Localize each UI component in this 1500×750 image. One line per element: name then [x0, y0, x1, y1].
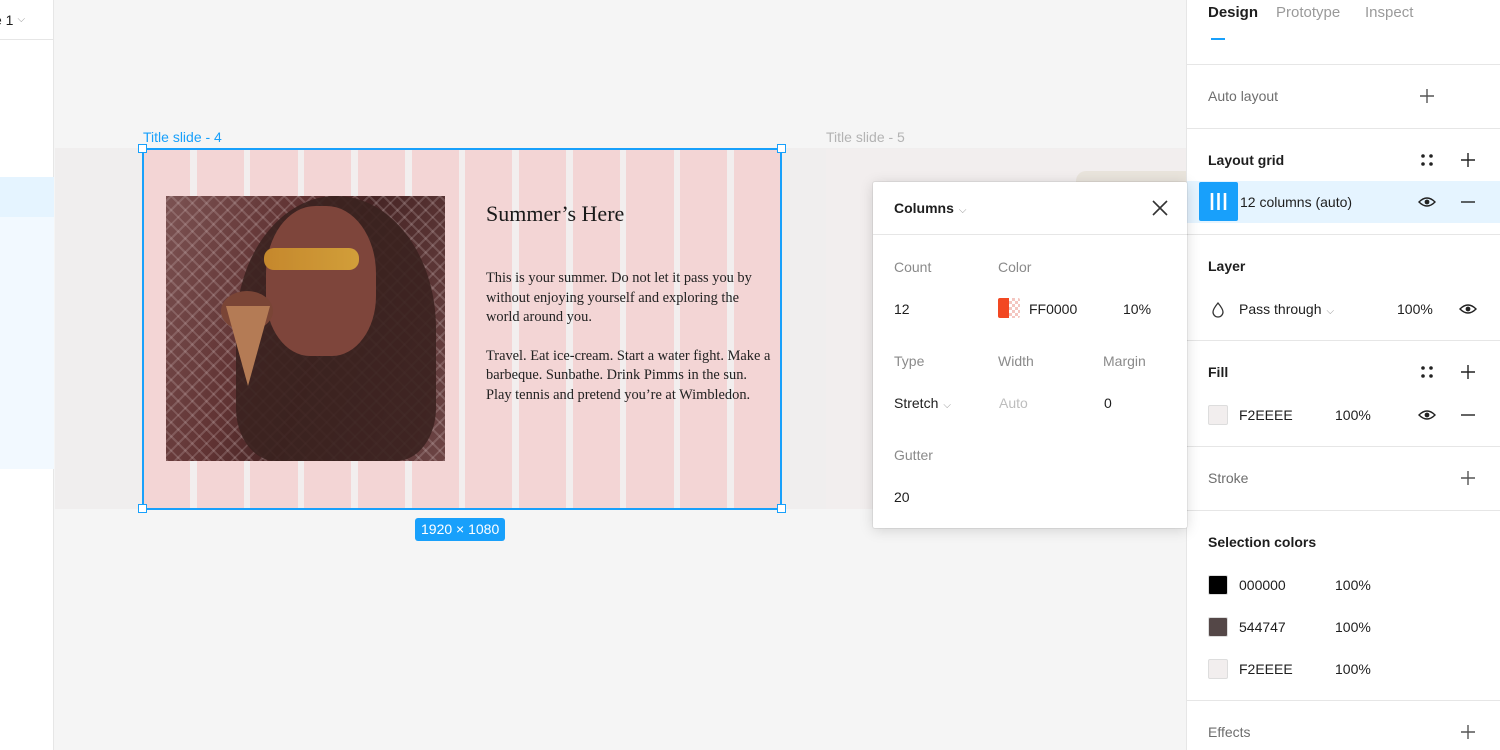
- chevron-down-icon: ⌵: [943, 400, 951, 411]
- tab-active-indicator: [1211, 38, 1225, 40]
- fill-opacity-input[interactable]: 100%: [1335, 407, 1371, 423]
- photo-grid-tint: [166, 196, 445, 461]
- grid-settings-popover: Columns ⌵ Count Color 12 FF0000 10% Type …: [873, 182, 1187, 528]
- eye-icon[interactable]: [1459, 300, 1477, 318]
- frame-size-badge: 1920 × 1080: [415, 518, 506, 541]
- layer-opacity-input[interactable]: 100%: [1397, 301, 1433, 317]
- slide-title[interactable]: Summer’s Here: [486, 201, 624, 227]
- stroke-title: Stroke: [1208, 470, 1249, 486]
- plus-icon[interactable]: [1459, 469, 1477, 487]
- chevron-down-icon: ⌵: [1326, 306, 1335, 317]
- selection-color-hex-3[interactable]: F2EEEE: [1239, 661, 1293, 677]
- tab-prototype[interactable]: Prototype: [1276, 4, 1340, 21]
- resize-handle-bottom-right[interactable]: [777, 504, 786, 513]
- selection-color-hex-1[interactable]: 000000: [1239, 577, 1286, 593]
- grid-color-swatch[interactable]: [998, 298, 1020, 318]
- layers-panel: e 1 ⌵: [0, 0, 54, 750]
- type-dropdown[interactable]: Stretch ⌵: [894, 395, 951, 411]
- grid-type-label: Columns: [894, 200, 954, 216]
- selection-color-opacity-2[interactable]: 100%: [1335, 619, 1371, 635]
- color-label: Color: [998, 259, 1032, 275]
- layer-row-selected[interactable]: [0, 177, 54, 217]
- blend-mode-icon: [1212, 301, 1224, 318]
- plus-icon[interactable]: [1459, 151, 1477, 169]
- popover-header: Columns ⌵: [873, 182, 1187, 235]
- gutter-input[interactable]: 20: [894, 489, 910, 505]
- effects-title: Effects: [1208, 724, 1251, 740]
- frame-label-active[interactable]: Title slide - 4: [143, 129, 222, 145]
- selection-color-hex-2[interactable]: 544747: [1239, 619, 1286, 635]
- fill-hex-input[interactable]: F2EEEE: [1239, 407, 1293, 423]
- plus-icon[interactable]: [1459, 723, 1477, 741]
- gutter-label: Gutter: [894, 447, 933, 463]
- selection-color-opacity-1[interactable]: 100%: [1335, 577, 1371, 593]
- selection-colors-title: Selection colors: [1208, 534, 1317, 550]
- layer-children-highlight: [0, 217, 54, 469]
- grid-type-dropdown[interactable]: Columns ⌵: [894, 200, 966, 216]
- margin-input[interactable]: 0: [1104, 395, 1112, 411]
- selection-color-opacity-3[interactable]: 100%: [1335, 661, 1371, 677]
- grid-color-opacity-input[interactable]: 10%: [1123, 301, 1151, 317]
- grid-settings-button[interactable]: [1199, 182, 1238, 221]
- plus-icon[interactable]: [1459, 363, 1477, 381]
- count-label: Count: [894, 259, 932, 275]
- selection-color-swatch-3[interactable]: [1208, 659, 1228, 679]
- layer-title: Layer: [1208, 258, 1246, 274]
- selection-colors-section: Selection colors 000000 100% 544747 100%…: [1187, 510, 1500, 700]
- frame-label-inactive[interactable]: Title slide - 5: [826, 129, 905, 145]
- fill-styles-icon[interactable]: [1418, 363, 1436, 381]
- stroke-section: Stroke: [1187, 446, 1500, 510]
- layer-section: Layer Pass through ⌵ 100%: [1187, 234, 1500, 340]
- plus-icon[interactable]: [1418, 87, 1436, 105]
- page-selector-label: e 1: [0, 11, 14, 28]
- slide-frame[interactable]: Summer’s Here This is your summer. Do no…: [143, 149, 781, 509]
- chevron-down-icon: ⌵: [958, 205, 967, 216]
- resize-handle-top-right[interactable]: [777, 144, 786, 153]
- width-label: Width: [998, 353, 1034, 369]
- panel-tabs: Design Prototype Inspect: [1187, 0, 1500, 40]
- tab-design[interactable]: Design: [1208, 4, 1258, 21]
- chevron-down-icon: ⌵: [17, 14, 26, 25]
- type-label: Type: [894, 353, 925, 369]
- close-icon[interactable]: [1151, 199, 1169, 217]
- eye-icon[interactable]: [1418, 193, 1436, 211]
- margin-label: Margin: [1103, 353, 1146, 369]
- selection-color-swatch-1[interactable]: [1208, 575, 1228, 595]
- count-input[interactable]: 12: [894, 301, 910, 317]
- page-selector[interactable]: e 1 ⌵: [0, 0, 54, 40]
- selection-color-swatch-2[interactable]: [1208, 617, 1228, 637]
- minus-icon[interactable]: [1459, 193, 1477, 211]
- fill-title: Fill: [1208, 364, 1229, 380]
- width-input[interactable]: Auto: [999, 395, 1028, 411]
- type-value: Stretch: [894, 395, 939, 411]
- slide-paragraph-1: This is your summer. Do not let it pass …: [486, 270, 752, 325]
- slide-photo[interactable]: [166, 196, 445, 461]
- fill-color-swatch[interactable]: [1208, 405, 1228, 425]
- fill-section: Fill F2EEEE 100%: [1187, 340, 1500, 446]
- auto-layout-section: Auto layout: [1187, 64, 1500, 128]
- columns-icon: [1210, 193, 1227, 210]
- blend-mode-value: Pass through: [1239, 301, 1322, 317]
- effects-section: Effects: [1187, 700, 1500, 750]
- slide-paragraph-2: Travel. Eat ice-cream. Start a water fig…: [486, 347, 771, 403]
- blend-mode-dropdown[interactable]: Pass through ⌵: [1239, 301, 1334, 317]
- resize-handle-bottom-left[interactable]: [138, 504, 147, 513]
- layout-grid-item-label[interactable]: 12 columns (auto): [1240, 194, 1352, 210]
- eye-icon[interactable]: [1418, 406, 1436, 424]
- auto-layout-title: Auto layout: [1208, 88, 1279, 104]
- slide-body[interactable]: This is your summer. Do not let it pass …: [486, 269, 771, 424]
- grid-color-hex-input[interactable]: FF0000: [1029, 301, 1077, 317]
- tab-inspect[interactable]: Inspect: [1365, 4, 1413, 21]
- resize-handle-top-left[interactable]: [138, 144, 147, 153]
- minus-icon[interactable]: [1459, 406, 1477, 424]
- layout-grid-title: Layout grid: [1208, 152, 1285, 168]
- properties-panel: Design Prototype Inspect Auto layout Lay…: [1186, 0, 1500, 750]
- grid-styles-icon[interactable]: [1418, 151, 1436, 169]
